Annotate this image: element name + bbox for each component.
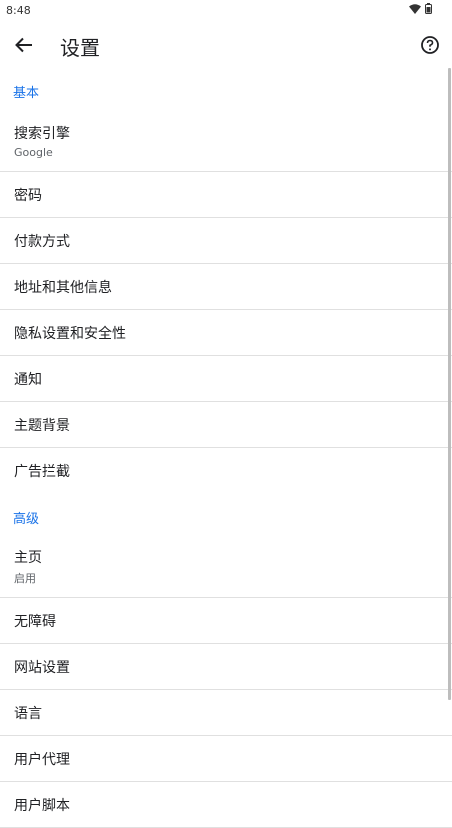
status-bar: 8:48 [0,0,452,20]
section-header-basic: 基本 [13,86,40,101]
setting-title: 语言 [14,705,42,722]
setting-title: 通知 [14,371,42,388]
setting-passwords[interactable]: 密码 [0,172,452,218]
status-time: 8:48 [6,4,31,17]
setting-title: 付款方式 [14,233,70,250]
setting-title: 广告拦截 [14,464,70,480]
help-button[interactable] [418,33,442,57]
setting-title: 主页 [14,550,42,566]
setting-accessibility[interactable]: 无障碍 [0,598,452,644]
setting-title: 网站设置 [14,659,70,676]
help-icon [421,36,439,54]
wifi-icon [409,3,421,14]
setting-homepage[interactable]: 主页 启用 [0,536,452,598]
status-icons [409,3,432,14]
arrow-back-icon [15,37,32,53]
setting-privacy-security[interactable]: 隐私设置和安全性 [0,310,452,356]
setting-title: 隐私设置和安全性 [14,325,126,342]
setting-title: 主题背景 [14,417,70,434]
setting-title: 无障碍 [14,613,56,630]
settings-list: 基本 搜索引擎 Google 密码 付款方式 地址和其他信息 隐私设置和安全性 … [0,68,452,828]
setting-user-scripts[interactable]: 用户脚本 [0,782,452,828]
setting-subtitle: 启用 [14,572,36,585]
setting-title: 搜索引擎 [14,125,70,142]
setting-title: 用户代理 [14,751,70,768]
setting-subtitle: Google [14,145,53,159]
setting-site-settings[interactable]: 网站设置 [0,644,452,690]
setting-title: 密码 [14,187,42,204]
setting-ad-block[interactable]: 广告拦截 [0,448,452,494]
setting-search-engine[interactable]: 搜索引擎 Google [0,110,452,172]
setting-languages[interactable]: 语言 [0,690,452,736]
setting-user-agent[interactable]: 用户代理 [0,736,452,782]
setting-notifications[interactable]: 通知 [0,356,452,402]
setting-theme[interactable]: 主题背景 [0,402,452,448]
app-bar: 设置 [0,22,452,68]
page-title: 设置 [60,36,100,60]
setting-title: 地址和其他信息 [14,279,112,296]
back-button[interactable] [10,31,38,59]
scrollbar[interactable] [448,68,451,700]
section-header-advanced: 高级 [13,512,40,527]
setting-payment-methods[interactable]: 付款方式 [0,218,452,264]
battery-icon [425,3,432,14]
setting-addresses[interactable]: 地址和其他信息 [0,264,452,310]
